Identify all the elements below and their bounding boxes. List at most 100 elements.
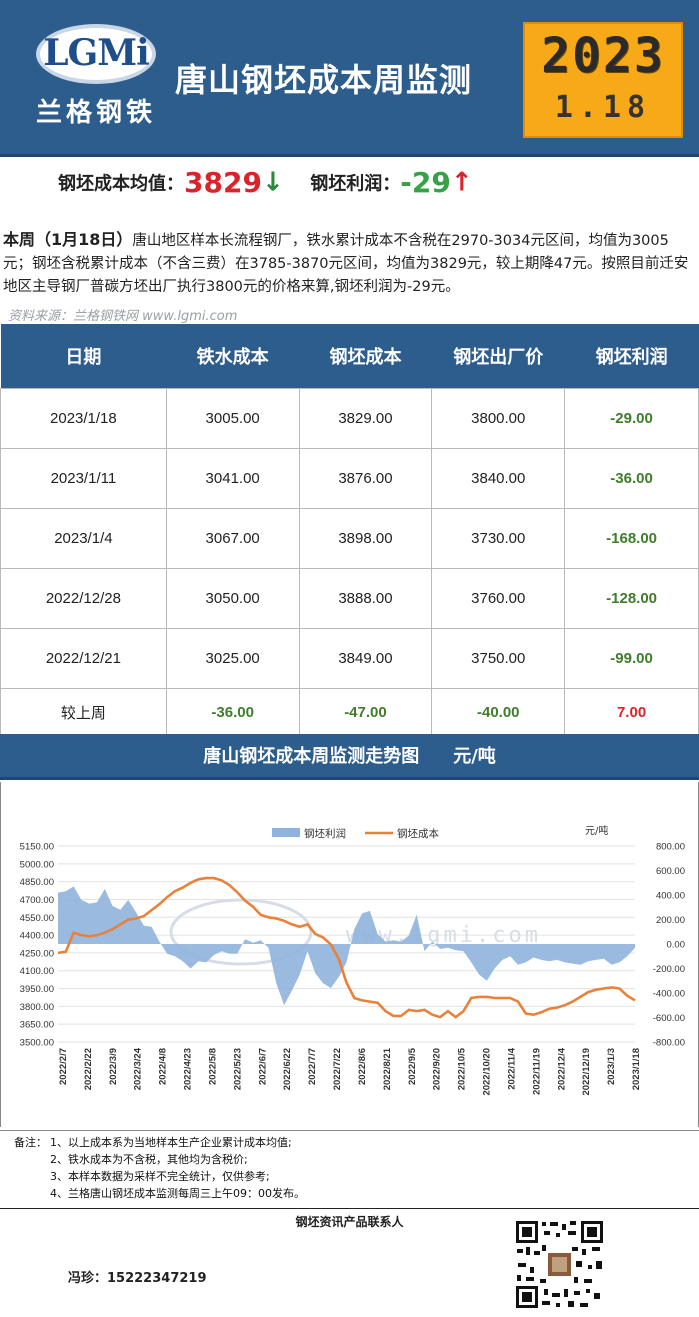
- y-left-tick-label: 4550.00: [20, 913, 54, 924]
- chart-title-unit: 元/吨: [453, 746, 496, 767]
- summary-line: 钢坯成本均值：3829↓ 钢坯利润：-29↑: [58, 166, 473, 200]
- cell-billet-profit: -29.00: [564, 387, 699, 449]
- table-row: 2022/12/28 3050.00 3888.00 3760.00 -128.…: [0, 567, 699, 629]
- legend-label-cost: 钢坯成本: [397, 827, 439, 840]
- y-right-tick-label: -600.00: [653, 1013, 685, 1024]
- date-box: 2023 1.18: [523, 22, 683, 138]
- x-tick-label: 2022/9/20: [432, 1048, 443, 1090]
- y-left-tick-label: 4700.00: [20, 895, 54, 906]
- notes-label: 备注：: [14, 1136, 47, 1149]
- weekly-description: 本周（1月18日）唐山地区样本长流程钢厂，铁水累计成本不含税在2970-3034…: [3, 228, 695, 299]
- cell-billet-cost: 3849.00: [298, 627, 433, 689]
- contact-section: 钢坯资讯产品联系人 冯珍：15222347219: [0, 1208, 699, 1317]
- y-right-tick-label: 0.00: [667, 940, 686, 951]
- down-arrow-icon: ↓: [261, 167, 284, 198]
- x-tick-label: 2022/5/8: [208, 1048, 219, 1085]
- trend-chart-svg: 5150.00 5000.00 4850.00 4700.00 4550.00 4400.…: [20, 824, 686, 1096]
- col-header-iron-cost: 铁水成本: [166, 324, 300, 388]
- cost-table: 日期 铁水成本 钢坯成本 钢坯出厂价 钢坯利润 2023/1/18 3005.0…: [0, 324, 699, 737]
- legend-label-profit: 钢坯利润: [304, 827, 346, 840]
- logo-text: LGMi: [43, 32, 150, 74]
- cell-compare-profit: 7.00: [564, 687, 699, 737]
- y-left-tick-label: 3800.00: [20, 1002, 54, 1013]
- cell-billet-price: 3760.00: [431, 567, 566, 629]
- cell-date: 2023/1/11: [0, 447, 167, 509]
- y-right-tick-label: -800.00: [653, 1038, 685, 1049]
- cell-billet-profit: -128.00: [564, 567, 699, 629]
- avg-value: 3829: [184, 166, 262, 199]
- col-header-date: 日期: [0, 324, 167, 388]
- note-item: 3、本样本数据为采样不完全统计，仅供参考;: [50, 1170, 270, 1183]
- x-tick-label: 2023/1/18: [631, 1048, 642, 1090]
- y-right-tick-label: 600.00: [656, 866, 685, 877]
- y-right-tick-label: -400.00: [653, 989, 685, 1000]
- x-tick-label: 2022/8/21: [382, 1047, 393, 1090]
- date-month-day: 1.18: [554, 90, 652, 125]
- description-lead: 本周（1月18日）: [3, 230, 133, 249]
- chart-title-bar: 唐山钢坯成本周监测走势图 元/吨: [0, 734, 699, 780]
- contact-person: 冯珍：15222347219: [68, 1271, 207, 1286]
- cell-date: 2023/1/4: [0, 507, 167, 569]
- cell-billet-price: 3800.00: [431, 387, 566, 449]
- compare-row: 较上周 -36.00 -47.00 -40.00 7.00: [0, 687, 699, 737]
- cell-billet-price: 3840.00: [431, 447, 566, 509]
- x-tick-label: 2022/4/8: [158, 1048, 169, 1085]
- x-tick-label: 2023/1/3: [606, 1048, 617, 1085]
- y-left-tick-label: 3650.00: [20, 1020, 54, 1031]
- x-tick-label: 2022/3/9: [108, 1048, 119, 1085]
- col-header-billet-profit: 钢坯利润: [564, 324, 699, 388]
- qr-code-icon[interactable]: [514, 1219, 605, 1310]
- x-tick-label: 2022/10/5: [457, 1047, 468, 1090]
- header-banner: LGMi 兰格钢铁 唐山钢坯成本周监测 2023 1.18: [0, 0, 699, 157]
- x-tick-label: 2022/8/6: [357, 1048, 368, 1085]
- table-row: 2023/1/4 3067.00 3898.00 3730.00 -168.00: [0, 507, 699, 569]
- cell-iron-cost: 3025.00: [165, 627, 300, 689]
- cell-billet-cost: 3829.00: [298, 387, 433, 449]
- date-year: 2023: [541, 28, 665, 84]
- x-tick-label: 2022/6/22: [282, 1048, 293, 1090]
- x-tick-label: 2022/10/20: [482, 1048, 493, 1096]
- cell-compare-price: -40.00: [431, 687, 566, 737]
- y-left-tick-label: 5150.00: [20, 842, 54, 853]
- y-left-tick-label: 4850.00: [20, 877, 54, 888]
- y-left-tick-label: 4250.00: [20, 948, 54, 959]
- cell-billet-profit: -99.00: [564, 627, 699, 689]
- page-title: 唐山钢坯成本周监测: [175, 61, 473, 99]
- profit-area: [58, 886, 635, 1006]
- x-tick-label: 2022/12/19: [581, 1048, 592, 1096]
- y-right-tick-label: -200.00: [653, 964, 685, 975]
- x-tick-label: 2022/6/7: [257, 1048, 268, 1085]
- table-row: 2023/1/11 3041.00 3876.00 3840.00 -36.00: [0, 447, 699, 509]
- x-tick-label: 2022/7/22: [332, 1048, 343, 1090]
- cell-billet-profit: -168.00: [564, 507, 699, 569]
- cell-billet-profit: -36.00: [564, 447, 699, 509]
- y-left-tick-label: 4400.00: [20, 931, 54, 942]
- cell-compare-iron: -36.00: [165, 687, 300, 737]
- table-header-row: 日期 铁水成本 钢坯成本 钢坯出厂价 钢坯利润: [0, 324, 699, 388]
- x-tick-label: 2022/11/4: [506, 1047, 517, 1089]
- table-row: 2023/1/18 3005.00 3829.00 3800.00 -29.00: [0, 387, 699, 449]
- table-row: 2022/12/21 3025.00 3849.00 3750.00 -99.0…: [0, 627, 699, 689]
- cell-billet-cost: 3876.00: [298, 447, 433, 509]
- cell-date: 2022/12/21: [0, 627, 167, 689]
- col-header-billet-cost: 钢坯成本: [299, 324, 432, 388]
- note-item: 1、以上成本系为当地样本生产企业累计成本均值;: [50, 1136, 292, 1149]
- y-left-tick-label: 3500.00: [20, 1038, 54, 1049]
- logo-cn-name: 兰格钢铁: [36, 98, 157, 128]
- col-header-billet-price: 钢坯出厂价: [431, 324, 565, 388]
- up-arrow-icon: ↑: [450, 167, 473, 198]
- y-left-tick-label: 5000.00: [20, 859, 54, 870]
- y-left-tick-label: 4100.00: [20, 966, 54, 977]
- cell-iron-cost: 3041.00: [165, 447, 300, 509]
- chart-title: 唐山钢坯成本周监测走势图: [203, 746, 420, 767]
- profit-value: -29: [400, 166, 451, 199]
- note-item: 4、兰格唐山钢坯成本监测每周三上午09：00发布。: [50, 1187, 305, 1200]
- x-tick-label: 2022/3/24: [133, 1047, 144, 1090]
- x-tick-label: 2022/11/19: [531, 1048, 542, 1095]
- notes-section: 备注： 1、以上成本系为当地样本生产企业累计成本均值; 2、铁水成本为不含税，其…: [0, 1130, 699, 1208]
- x-tick-label: 2022/2/7: [58, 1048, 69, 1085]
- note-item: 2、铁水成本为不含税，其他均为含税价;: [50, 1153, 248, 1166]
- cell-iron-cost: 3005.00: [165, 387, 300, 449]
- x-tick-label: 2022/9/5: [407, 1047, 418, 1085]
- cell-iron-cost: 3067.00: [165, 507, 300, 569]
